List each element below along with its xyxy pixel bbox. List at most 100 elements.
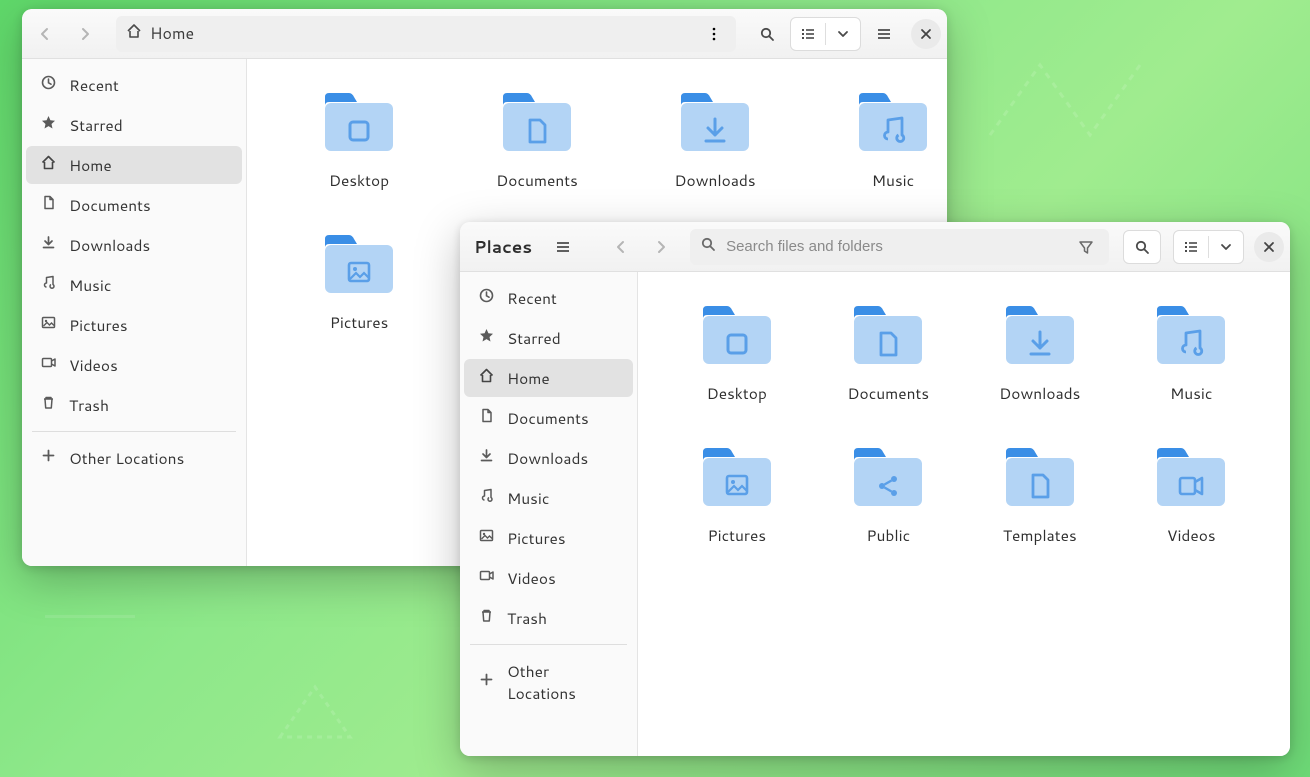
sidebar-item-trash[interactable]: Trash <box>26 386 242 424</box>
folder-pictures[interactable]: Pictures <box>670 442 804 546</box>
folder-label: Downloads <box>999 382 1080 404</box>
download-icon <box>478 447 495 469</box>
folder-icon <box>848 300 928 370</box>
forward-button[interactable] <box>644 230 678 264</box>
sidebar-item-label: Videos <box>507 567 556 589</box>
sidebar-item-recent[interactable]: Recent <box>26 66 242 104</box>
headerbar-a: Home <box>22 9 947 59</box>
folder-icon <box>1151 300 1231 370</box>
wallpaper-decoration <box>980 55 1180 145</box>
folder-templates[interactable]: Templates <box>973 442 1107 546</box>
hamburger-menu-button[interactable] <box>546 230 580 264</box>
folder-icon <box>697 300 777 370</box>
video-icon <box>478 567 495 589</box>
search-button[interactable] <box>750 17 784 51</box>
back-button[interactable] <box>604 230 638 264</box>
sidebar-item-recent[interactable]: Recent <box>464 279 633 317</box>
sidebar-item-pictures[interactable]: Pictures <box>26 306 242 344</box>
sidebar-item-videos[interactable]: Videos <box>464 559 633 597</box>
back-button[interactable] <box>28 17 62 51</box>
view-options-dropdown[interactable] <box>1209 231 1243 263</box>
close-window-button[interactable] <box>1254 232 1284 262</box>
folder-icon <box>319 87 399 157</box>
folder-music[interactable]: Music <box>813 87 947 191</box>
sidebar-a: Recent Starred Home DocumentsDownloadsMusic… <box>22 59 247 566</box>
wallpaper-decoration <box>45 615 135 623</box>
trash-icon <box>40 394 57 416</box>
close-window-button[interactable] <box>911 19 941 49</box>
sidebar-item-home[interactable]: Home <box>464 359 633 397</box>
sidebar-item-downloads[interactable]: Downloads <box>26 226 242 264</box>
folder-desktop[interactable]: Desktop <box>670 300 804 404</box>
sidebar-item-documents[interactable]: Documents <box>464 399 633 437</box>
sidebar-b: RecentStarredHome Documents Downloads Music… <box>460 272 638 756</box>
sidebar-item-trash[interactable]: Trash <box>464 599 633 637</box>
sidebar-item-other-locations[interactable]: Other Locations <box>26 439 242 477</box>
folder-downloads[interactable]: Downloads <box>635 87 795 191</box>
folder-grid-b: Desktop Documents Downloads Music Pictur… <box>670 300 1258 546</box>
sidebar-item-label: Other Locations <box>69 447 184 469</box>
folder-icon <box>497 87 577 157</box>
folder-downloads[interactable]: Downloads <box>973 300 1107 404</box>
sidebar-item-label: Pictures <box>69 314 128 336</box>
plus-icon <box>478 671 495 693</box>
headerbar-b: Places <box>460 222 1290 272</box>
sidebar-item-label: Music <box>507 487 549 509</box>
folder-label: Pictures <box>330 311 389 333</box>
folder-pictures[interactable]: Pictures <box>279 229 439 333</box>
filter-button[interactable] <box>1069 230 1103 264</box>
sidebar-item-pictures[interactable]: Pictures <box>464 519 633 557</box>
sidebar-item-starred[interactable]: Starred <box>464 319 633 357</box>
sidebar-item-documents[interactable]: Documents <box>26 186 242 224</box>
sidebar-item-label: Other Locations <box>507 660 619 704</box>
sidebar-item-starred[interactable]: Starred <box>26 106 242 144</box>
hamburger-menu-button[interactable] <box>867 17 901 51</box>
trash-icon <box>478 607 495 629</box>
sidebar-item-label: Starred <box>69 114 123 136</box>
folder-label: Pictures <box>707 524 766 546</box>
window-title: Places <box>466 235 540 259</box>
home-icon <box>40 154 57 176</box>
sidebar-item-home[interactable]: Home <box>26 146 242 184</box>
folder-icon <box>853 87 933 157</box>
folder-documents[interactable]: Documents <box>457 87 617 191</box>
sidebar-divider <box>32 431 236 432</box>
home-icon <box>478 367 495 389</box>
folder-music[interactable]: Music <box>1125 300 1259 404</box>
sidebar-item-music[interactable]: Music <box>464 479 633 517</box>
pathbar-menu-button[interactable] <box>702 26 726 42</box>
sidebar-item-music[interactable]: Music <box>26 266 242 304</box>
list-view-button[interactable] <box>791 18 825 50</box>
sidebar-item-videos[interactable]: Videos <box>26 346 242 384</box>
content-area-b[interactable]: Desktop Documents Downloads Music Pictur… <box>638 272 1290 756</box>
search-input[interactable] <box>724 237 1061 256</box>
folder-icon <box>848 442 928 512</box>
folder-icon <box>319 229 399 299</box>
search-icon <box>700 236 716 257</box>
file-manager-window-b: Places <box>460 222 1290 756</box>
sidebar-item-label: Home <box>69 154 112 176</box>
folder-label: Desktop <box>329 169 389 191</box>
sidebar-item-label: Documents <box>507 407 589 429</box>
doc-icon <box>478 407 495 429</box>
search-submit-button[interactable] <box>1124 231 1160 263</box>
download-icon <box>40 234 57 256</box>
folder-public[interactable]: Public <box>822 442 956 546</box>
folder-label: Documents <box>496 169 578 191</box>
folder-icon <box>1000 300 1080 370</box>
music-icon <box>40 274 57 296</box>
sidebar-item-label: Pictures <box>507 527 566 549</box>
folder-videos[interactable]: Videos <box>1125 442 1259 546</box>
pathbar[interactable]: Home <box>116 16 736 52</box>
view-options-dropdown[interactable] <box>826 18 860 50</box>
forward-button[interactable] <box>68 17 102 51</box>
list-view-button[interactable] <box>1174 231 1208 263</box>
sidebar-item-label: Videos <box>69 354 118 376</box>
view-switcher <box>1173 230 1244 264</box>
sidebar-item-other-locations[interactable]: Other Locations <box>464 652 633 712</box>
folder-icon <box>697 442 777 512</box>
folder-documents[interactable]: Documents <box>822 300 956 404</box>
picture-icon <box>40 314 57 336</box>
sidebar-item-downloads[interactable]: Downloads <box>464 439 633 477</box>
folder-desktop[interactable]: Desktop <box>279 87 439 191</box>
